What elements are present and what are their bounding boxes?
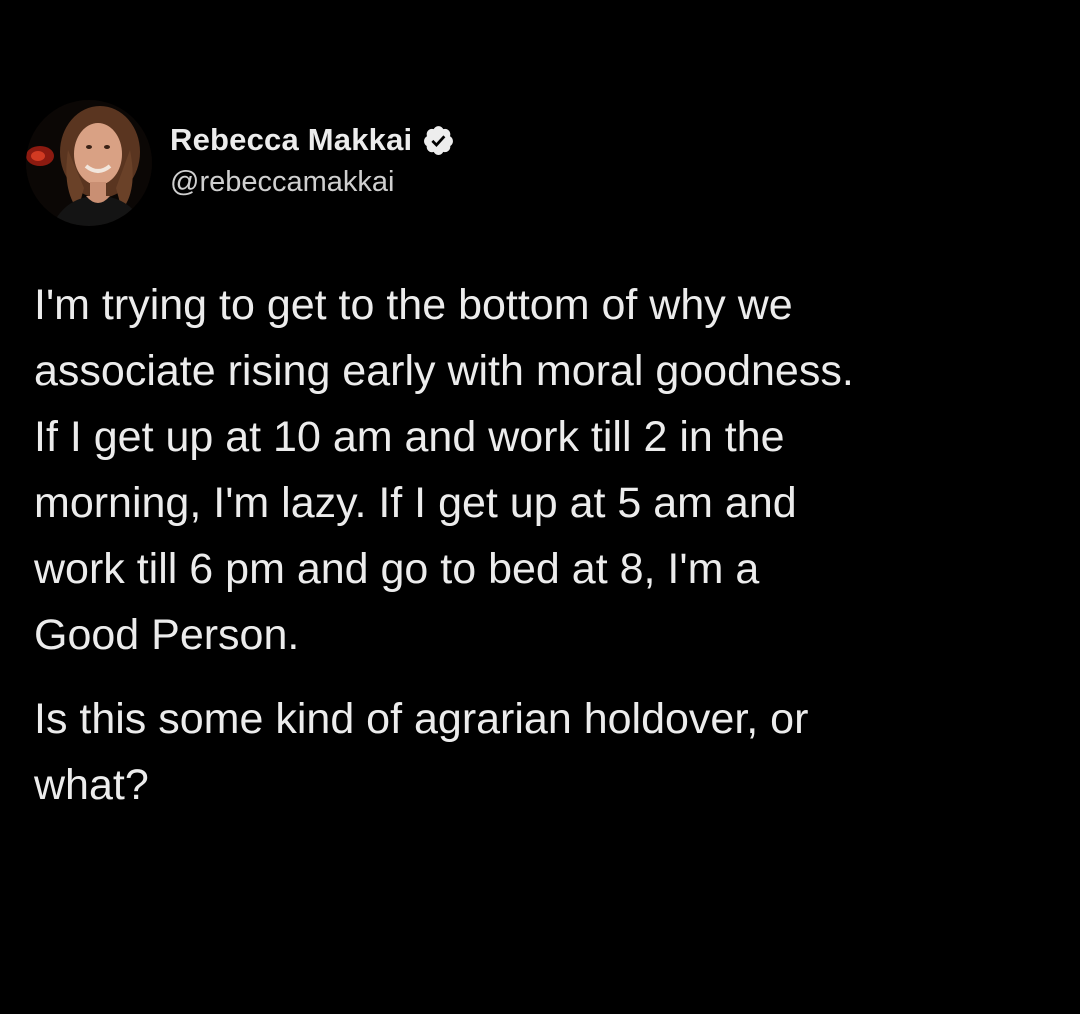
user-handle[interactable]: @rebeccamakkai bbox=[170, 166, 455, 199]
tweet-card: Rebecca Makkai @rebeccamakkai I'm trying… bbox=[0, 0, 1080, 1014]
tweet-paragraph-1: I'm trying to get to the bottom of why w… bbox=[34, 281, 854, 659]
name-row: Rebecca Makkai bbox=[170, 120, 455, 160]
tweet-header: Rebecca Makkai @rebeccamakkai bbox=[26, 96, 726, 226]
verified-badge-icon bbox=[422, 124, 455, 157]
tweet-text: I'm trying to get to the bottom of why w… bbox=[34, 272, 1064, 818]
display-name[interactable]: Rebecca Makkai bbox=[170, 122, 412, 158]
avatar-image bbox=[26, 100, 152, 226]
author-info: Rebecca Makkai @rebeccamakkai bbox=[170, 120, 455, 199]
avatar[interactable] bbox=[26, 100, 152, 226]
tweet-paragraph-2: Is this some kind of agrarian holdover, … bbox=[34, 695, 809, 809]
